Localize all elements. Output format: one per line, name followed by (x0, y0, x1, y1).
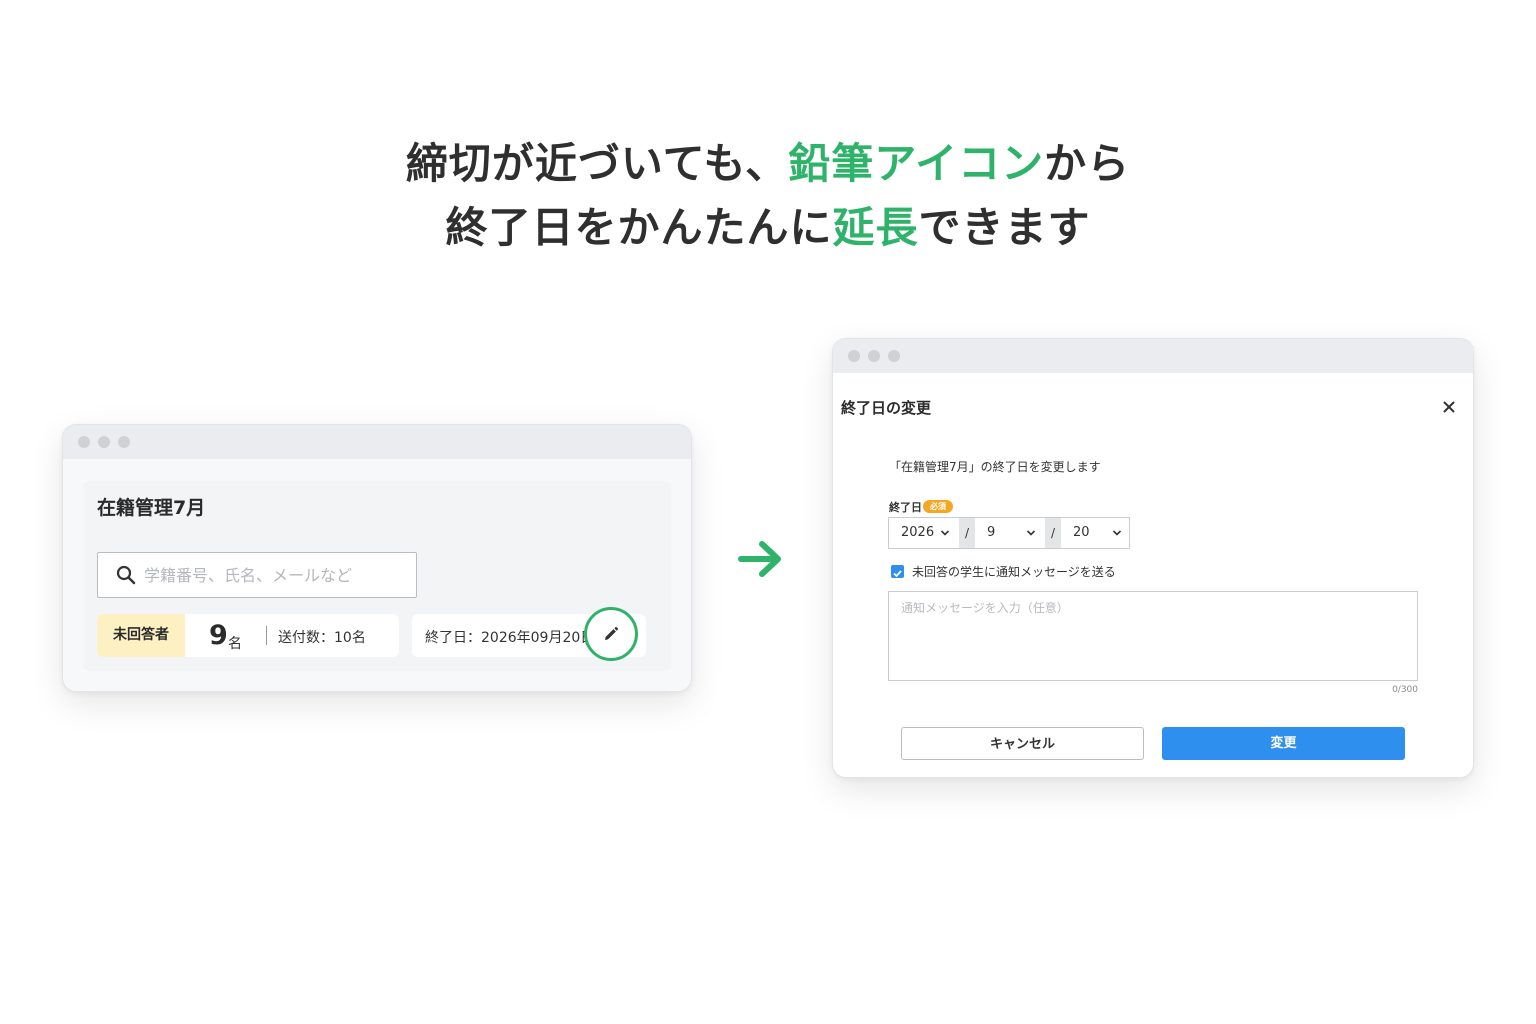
window-dot (118, 436, 130, 448)
headline-line-2: 終了日をかんたんに延長できます (0, 196, 1536, 260)
dialog-title: 終了日の変更 (841, 399, 932, 417)
dialog-window: 終了日の変更 「在籍管理7月」の終了日を変更します 終了日 必須 2026 / … (832, 338, 1474, 778)
window-dot (848, 350, 860, 362)
headline-text: できます (918, 203, 1091, 252)
checkmark-icon (893, 570, 902, 578)
list-window: 在籍管理7月 未回答者 9 名 送付数：10名 終了日：2026年09月20日 (62, 424, 692, 692)
search-field[interactable] (97, 552, 417, 598)
window-dot (888, 350, 900, 362)
survey-panel: 在籍管理7月 未回答者 9 名 送付数：10名 終了日：2026年09月20日 (83, 481, 671, 671)
arrow-right-icon (737, 538, 785, 584)
month-select[interactable]: 9 (975, 518, 1045, 548)
search-input[interactable] (142, 561, 406, 589)
notify-checkbox[interactable] (891, 565, 904, 578)
headline-text: 締切が近づいても、 (405, 139, 789, 188)
change-button[interactable]: 変更 (1162, 727, 1405, 760)
chevron-down-icon (1026, 530, 1036, 536)
headline: 締切が近づいても、鉛筆アイコンから 終了日をかんたんに延長できます (0, 132, 1536, 260)
message-textarea[interactable] (889, 592, 1417, 680)
window-dot (78, 436, 90, 448)
year-select[interactable]: 2026 (889, 518, 959, 548)
date-separator: / (959, 518, 975, 548)
status-badge: 未回答者 (97, 614, 185, 657)
chevron-down-icon (940, 530, 950, 536)
cancel-button[interactable]: キャンセル (901, 727, 1144, 760)
char-counter: 0/300 (1392, 685, 1418, 695)
notify-checkbox-label[interactable]: 未回答の学生に通知メッセージを送る (912, 563, 1116, 580)
end-date-picker: 2026 / 9 / 20 (888, 517, 1130, 549)
dialog-description: 「在籍管理7月」の終了日を変更します (889, 460, 1101, 474)
window-titlebar (833, 339, 1473, 373)
end-date-field-label: 終了日 (889, 501, 922, 514)
end-date-label: 終了日：2026年09月20日 (425, 630, 595, 646)
day-select[interactable]: 20 (1061, 518, 1129, 548)
headline-text: から (1044, 139, 1131, 188)
headline-accent-text: 鉛筆アイコン (788, 139, 1045, 188)
unanswered-count: 9 (209, 620, 228, 651)
search-icon (116, 565, 136, 589)
chevron-down-icon (1112, 530, 1122, 536)
headline-text: 終了日をかんたんに (445, 203, 833, 252)
sent-count: 送付数：10名 (278, 630, 366, 646)
required-badge: 必須 (923, 500, 953, 513)
divider (266, 626, 267, 645)
pencil-icon (605, 627, 618, 640)
message-field (888, 591, 1418, 681)
unanswered-stat-card: 未回答者 9 名 送付数：10名 (97, 614, 399, 657)
headline-accent-text: 延長 (832, 203, 919, 252)
edit-end-date-button[interactable] (584, 607, 638, 661)
close-icon (1443, 401, 1455, 413)
year-value: 2026 (901, 525, 935, 540)
window-dot (868, 350, 880, 362)
day-value: 20 (1073, 525, 1090, 540)
count-unit: 名 (228, 636, 242, 652)
headline-line-1: 締切が近づいても、鉛筆アイコンから (0, 132, 1536, 196)
date-separator: / (1045, 518, 1061, 548)
close-button[interactable] (1440, 398, 1458, 416)
month-value: 9 (987, 525, 996, 540)
window-dot (98, 436, 110, 448)
window-titlebar (63, 425, 691, 459)
page-title: 在籍管理7月 (97, 497, 206, 519)
